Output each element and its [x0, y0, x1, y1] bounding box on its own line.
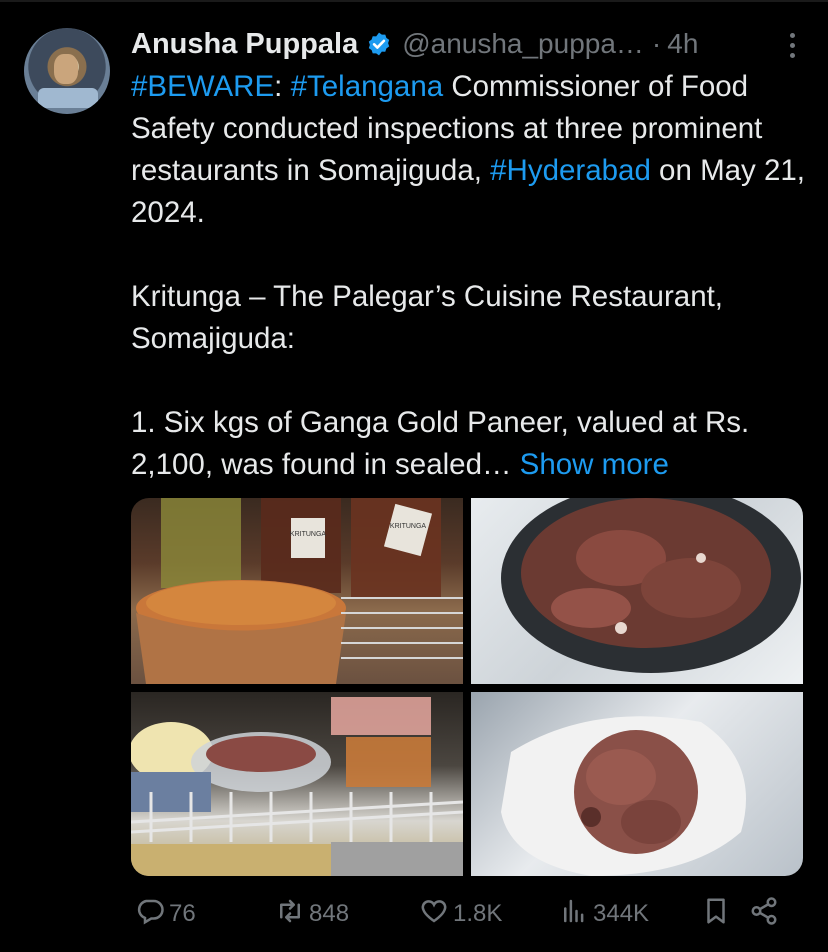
display-name[interactable]: Anusha Puppala	[131, 28, 358, 61]
tweet-header: Anusha Puppala @anusha_puppa… · 4h	[131, 26, 798, 62]
action-bar: 76 848 1.8K 344K	[131, 892, 791, 936]
avatar-detail	[38, 88, 98, 108]
repost-count: 848	[309, 900, 350, 927]
like-icon	[419, 896, 449, 933]
tweet-text: #BEWARE: #Telangana Commissioner of Food…	[131, 66, 811, 486]
show-more-link[interactable]: Show more	[520, 448, 669, 481]
repost-icon	[275, 896, 305, 933]
views-button[interactable]: 344K	[555, 892, 649, 936]
repost-button[interactable]: 848	[271, 892, 349, 936]
reply-icon	[135, 896, 165, 933]
text-segment: :	[274, 70, 291, 103]
hashtag-telangana[interactable]: #Telangana	[291, 70, 444, 103]
more-icon[interactable]	[786, 30, 798, 60]
bookmark-button[interactable]	[697, 892, 731, 936]
avatar[interactable]	[24, 28, 110, 114]
share-icon	[749, 896, 779, 933]
media-grid[interactable]: KRITUNGA KRITUNGA	[131, 498, 803, 876]
tweet-paragraph-3: 1. Six kgs of Ganga Gold Paneer, valued …	[131, 402, 811, 486]
share-button[interactable]	[745, 892, 779, 936]
bookmark-icon	[701, 896, 731, 933]
like-count: 1.8K	[453, 900, 503, 927]
user-handle[interactable]: @anusha_puppa…	[402, 28, 644, 60]
top-divider	[0, 0, 828, 2]
views-count: 344K	[593, 900, 650, 927]
media-photo-2[interactable]	[471, 498, 803, 684]
views-icon	[559, 896, 589, 933]
media-photo-3[interactable]	[131, 692, 463, 876]
reply-count: 76	[169, 900, 196, 927]
hashtag-beware[interactable]: #BEWARE	[131, 70, 274, 103]
reply-button[interactable]: 76	[131, 892, 196, 936]
tweet-paragraph-1: #BEWARE: #Telangana Commissioner of Food…	[131, 66, 811, 234]
avatar-figure	[54, 54, 78, 84]
tweet-paragraph-2: Kritunga – The Palegar’s Cuisine Restaur…	[131, 280, 723, 355]
hashtag-hyderabad[interactable]: #Hyderabad	[490, 154, 651, 187]
kritunga-label-2: KRITUNGA	[390, 523, 427, 530]
verified-badge-icon	[366, 31, 392, 57]
post-time[interactable]: 4h	[667, 28, 698, 60]
kritunga-label-1: KRITUNGA	[290, 531, 327, 538]
media-photo-1[interactable]: KRITUNGA KRITUNGA	[131, 498, 463, 684]
like-button[interactable]: 1.8K	[415, 892, 502, 936]
media-photo-4[interactable]	[471, 692, 803, 876]
separator-dot: ·	[651, 28, 662, 59]
